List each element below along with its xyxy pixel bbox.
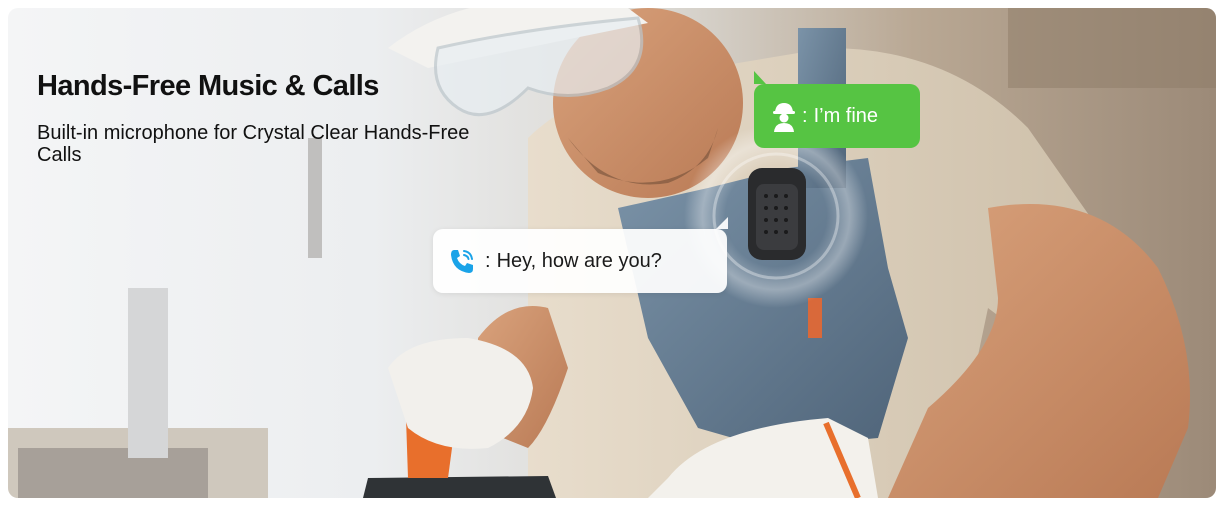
worker-icon [773, 103, 795, 132]
reply-prefix: : [802, 104, 808, 127]
reply-text: I’m fine [813, 104, 879, 127]
call-prefix: : [485, 249, 491, 272]
reply-bubble: : I’m fine [754, 71, 920, 148]
headline: Hands-Free Music & Calls [37, 70, 379, 102]
call-bubble: : Hey, how are you? [433, 217, 728, 293]
product-banner: Hands-Free Music & Calls Built-in microp… [8, 8, 1216, 498]
call-text: Hey, how are you? [496, 249, 662, 272]
phone-call-icon [451, 250, 473, 273]
subheadline: Built-in microphone for Crystal Clear Ha… [37, 122, 470, 166]
